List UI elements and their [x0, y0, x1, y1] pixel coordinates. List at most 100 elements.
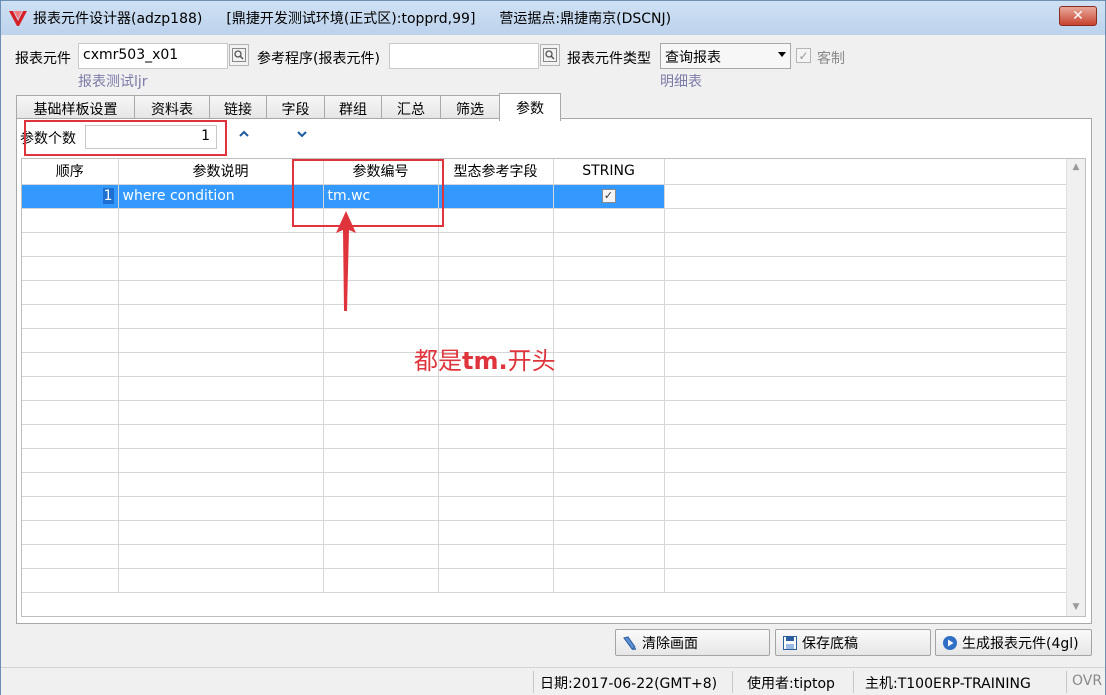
empty-cell[interactable] — [118, 232, 324, 257]
col-header-type-ref[interactable]: 型态参考字段 — [438, 159, 554, 185]
parameter-grid[interactable]: 顺序 参数说明 参数编号 型态参考字段 STRING 1 where condi… — [21, 158, 1086, 617]
chevron-down-icon[interactable] — [295, 129, 309, 141]
empty-cell[interactable] — [553, 424, 665, 449]
scroll-up-icon[interactable]: ▲ — [1067, 159, 1085, 176]
empty-cell[interactable] — [323, 472, 439, 497]
empty-cell[interactable] — [118, 352, 324, 377]
empty-cell[interactable] — [118, 520, 324, 545]
clear-button[interactable]: 清除画面 — [615, 629, 770, 656]
empty-cell[interactable] — [553, 544, 665, 569]
empty-cell[interactable] — [553, 520, 665, 545]
empty-cell[interactable] — [553, 328, 665, 353]
empty-cell[interactable] — [323, 520, 439, 545]
empty-cell[interactable] — [118, 304, 324, 329]
empty-cell[interactable] — [22, 520, 119, 545]
empty-cell[interactable] — [438, 280, 554, 305]
empty-cell[interactable] — [323, 376, 439, 401]
custom-checkbox[interactable]: ✓ — [796, 48, 811, 63]
empty-cell[interactable] — [118, 496, 324, 521]
empty-cell[interactable] — [553, 376, 665, 401]
empty-cell[interactable] — [438, 520, 554, 545]
empty-table-row[interactable] — [22, 232, 1067, 257]
empty-cell[interactable] — [22, 256, 119, 281]
empty-cell[interactable] — [438, 400, 554, 425]
empty-cell[interactable] — [118, 280, 324, 305]
empty-cell[interactable] — [323, 448, 439, 473]
empty-cell[interactable] — [118, 568, 324, 593]
empty-cell[interactable] — [553, 304, 665, 329]
empty-cell[interactable] — [438, 304, 554, 329]
empty-cell[interactable] — [22, 304, 119, 329]
element-type-select[interactable]: 查询报表 — [660, 43, 791, 69]
empty-cell[interactable] — [118, 424, 324, 449]
empty-cell[interactable] — [553, 496, 665, 521]
empty-table-row[interactable] — [22, 472, 1067, 497]
empty-cell[interactable] — [553, 448, 665, 473]
cell-string[interactable]: ✓ — [553, 184, 665, 209]
empty-table-row[interactable] — [22, 424, 1067, 449]
empty-cell[interactable] — [323, 496, 439, 521]
ref-program-field[interactable] — [389, 43, 539, 69]
empty-cell[interactable] — [22, 376, 119, 401]
empty-cell[interactable] — [323, 544, 439, 569]
empty-cell[interactable] — [22, 280, 119, 305]
empty-cell[interactable] — [553, 232, 665, 257]
empty-cell[interactable] — [118, 472, 324, 497]
empty-cell[interactable] — [22, 328, 119, 353]
generate-element-button[interactable]: 生成报表元件(4gl) — [935, 629, 1092, 656]
empty-cell[interactable] — [438, 568, 554, 593]
empty-cell[interactable] — [22, 232, 119, 257]
empty-cell[interactable] — [323, 424, 439, 449]
empty-cell[interactable] — [22, 568, 119, 593]
empty-table-row[interactable] — [22, 304, 1067, 329]
empty-table-row[interactable] — [22, 520, 1067, 545]
empty-table-row[interactable] — [22, 568, 1067, 593]
empty-cell[interactable] — [22, 448, 119, 473]
empty-cell[interactable] — [22, 400, 119, 425]
save-draft-button[interactable]: 保存底稿 — [775, 629, 931, 656]
scroll-down-icon[interactable]: ▼ — [1067, 599, 1085, 616]
empty-table-row[interactable] — [22, 280, 1067, 305]
empty-cell[interactable] — [553, 352, 665, 377]
empty-table-row[interactable] — [22, 496, 1067, 521]
empty-cell[interactable] — [438, 448, 554, 473]
empty-cell[interactable] — [118, 448, 324, 473]
empty-cell[interactable] — [118, 328, 324, 353]
string-checkbox[interactable]: ✓ — [601, 189, 616, 203]
ref-program-lookup-button[interactable] — [540, 44, 560, 66]
empty-cell[interactable] — [553, 472, 665, 497]
empty-table-row[interactable] — [22, 544, 1067, 569]
empty-table-row[interactable] — [22, 400, 1067, 425]
empty-cell[interactable] — [438, 376, 554, 401]
empty-cell[interactable] — [553, 568, 665, 593]
cell-type-ref[interactable] — [438, 184, 554, 209]
empty-cell[interactable] — [438, 544, 554, 569]
close-button[interactable]: ✕ — [1059, 6, 1097, 26]
empty-cell[interactable] — [553, 400, 665, 425]
empty-cell[interactable] — [323, 568, 439, 593]
chevron-up-icon[interactable] — [237, 129, 251, 141]
element-field[interactable]: cxmr503_x01 — [78, 43, 228, 69]
empty-cell[interactable] — [22, 496, 119, 521]
empty-cell[interactable] — [438, 232, 554, 257]
empty-table-row[interactable] — [22, 208, 1067, 233]
empty-cell[interactable] — [22, 352, 119, 377]
empty-cell[interactable] — [22, 208, 119, 233]
empty-cell[interactable] — [118, 256, 324, 281]
empty-table-row[interactable] — [22, 448, 1067, 473]
empty-cell[interactable] — [438, 256, 554, 281]
empty-cell[interactable] — [22, 544, 119, 569]
empty-table-row[interactable] — [22, 256, 1067, 281]
empty-cell[interactable] — [438, 472, 554, 497]
empty-cell[interactable] — [118, 544, 324, 569]
element-lookup-button[interactable] — [229, 44, 249, 66]
empty-table-row[interactable] — [22, 376, 1067, 401]
empty-cell[interactable] — [438, 496, 554, 521]
empty-cell[interactable] — [438, 424, 554, 449]
empty-cell[interactable] — [118, 400, 324, 425]
cell-seq[interactable]: 1 — [22, 184, 119, 209]
empty-cell[interactable] — [438, 208, 554, 233]
empty-cell[interactable] — [22, 424, 119, 449]
empty-cell[interactable] — [118, 376, 324, 401]
empty-cell[interactable] — [553, 256, 665, 281]
